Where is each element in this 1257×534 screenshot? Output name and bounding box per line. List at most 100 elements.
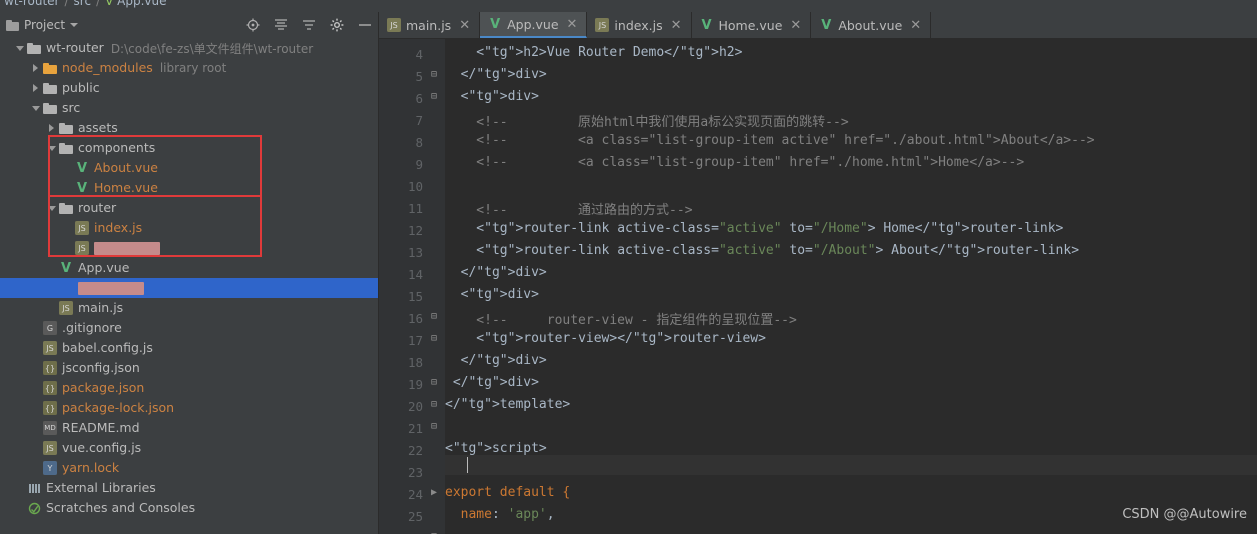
code-line: <"tg">div> (445, 287, 539, 302)
folder-icon (58, 200, 74, 216)
folder-icon (58, 120, 74, 136)
chevron-down-icon[interactable] (30, 103, 41, 114)
breadcrumb-file[interactable]: App.vue (117, 0, 166, 8)
tree-item-about-vue[interactable]: V About.vue (62, 158, 158, 178)
code-line: <"tg">router-link active-class="active" … (445, 221, 1064, 236)
js-icon (387, 18, 401, 32)
breadcrumb: wt-router / src / V App.vue (4, 0, 167, 8)
fold-marker[interactable]: ▶ (429, 487, 439, 498)
folder-icon (42, 100, 58, 116)
tree-item-app-vue[interactable]: V App.vue (46, 258, 129, 278)
code-text-area[interactable]: <"tg">h2>Vue Router Demo</"tg">h2> </"tg… (445, 39, 1257, 534)
tree-item-label: Home.vue (94, 180, 158, 195)
code-editor[interactable]: 4 5 6 7 8 9 10 11 12 13 14 15 16 17 18 1… (379, 39, 1257, 534)
fold-marker[interactable]: ⊟ (429, 421, 439, 432)
tree-item-public[interactable]: public (30, 78, 100, 98)
tree-item-babel-config-js[interactable]: babel.config.js (30, 338, 153, 358)
project-panel-title-group[interactable]: Project (6, 18, 79, 32)
close-icon[interactable]: ✕ (567, 18, 578, 31)
chevron-right-icon[interactable] (30, 83, 41, 94)
vue-icon: V (701, 17, 712, 33)
tree-item-package-lock-json[interactable]: package-lock.json (30, 398, 174, 418)
tree-item-yarn-lock[interactable]: yarn.lock (30, 458, 119, 478)
collapse-all-icon[interactable] (274, 18, 288, 32)
breadcrumb-project[interactable]: wt-router (4, 0, 60, 8)
line-number-gutter: 4 5 6 7 8 9 10 11 12 13 14 15 16 17 18 1… (379, 39, 445, 534)
line-number: 14 (407, 267, 423, 282)
line-number: 21 (407, 421, 423, 436)
chevron-down-icon[interactable] (46, 143, 57, 154)
fold-marker[interactable]: ⊟ (429, 69, 439, 80)
code-line: name: 'app', (460, 507, 555, 522)
vue-icon: V (821, 17, 832, 33)
watermark: CSDN @@Autowire (1122, 507, 1247, 522)
tree-item-label: .gitignore (62, 320, 122, 335)
folder-icon (26, 40, 42, 56)
tree-item-router[interactable]: router (46, 198, 116, 218)
chevron-down-icon[interactable] (46, 203, 57, 214)
json-file-icon (42, 360, 58, 376)
close-icon[interactable]: ✕ (790, 19, 801, 32)
libraries-icon (26, 480, 42, 496)
breadcrumb-src[interactable]: src (74, 0, 92, 8)
project-panel-title: Project (24, 18, 66, 32)
code-line: <"tg">div> (445, 89, 539, 104)
fold-marker[interactable]: ⊟ (429, 399, 439, 410)
tree-item-label: Scratches and Consoles (46, 500, 196, 515)
tree-item-readme-md[interactable]: README.md (30, 418, 140, 438)
chevron-right-icon[interactable] (46, 123, 57, 134)
locate-icon[interactable] (246, 18, 260, 32)
fold-marker[interactable]: ⊟ (429, 311, 439, 322)
project-panel-toolbar: Project (0, 12, 378, 38)
tree-item-redacted-1[interactable] (62, 238, 160, 258)
folder-icon (42, 60, 58, 76)
close-icon[interactable]: ✕ (671, 19, 682, 32)
tree-item-label: wt-router (46, 40, 104, 55)
chevron-down-icon[interactable] (14, 43, 25, 54)
chevron-right-icon[interactable] (30, 63, 41, 74)
tab-main-js[interactable]: main.js ✕ (379, 12, 481, 38)
tree-item-index-js[interactable]: index.js (62, 218, 142, 238)
tree-item-path: library root (159, 61, 227, 75)
tree-item-jsconfig-json[interactable]: jsconfig.json (30, 358, 140, 378)
folder-icon (58, 140, 74, 156)
tree-item-src[interactable]: src (30, 98, 80, 118)
tree-item-home-vue[interactable]: V Home.vue (62, 178, 158, 198)
tree-item-package-json[interactable]: package.json (30, 378, 144, 398)
hide-panel-icon[interactable] (358, 18, 372, 32)
tree-item-assets[interactable]: assets (46, 118, 118, 138)
tree-item-redacted-2[interactable] (46, 278, 144, 298)
tab-app-vue[interactable]: V App.vue ✕ (480, 12, 588, 38)
tree-item-external-libraries[interactable]: External Libraries (14, 478, 156, 498)
close-icon[interactable]: ✕ (910, 19, 921, 32)
expand-all-icon[interactable] (302, 18, 316, 32)
fold-marker[interactable]: ⊟ (429, 377, 439, 388)
tree-item-components[interactable]: components (46, 138, 155, 158)
caret-line-highlight (445, 455, 1257, 475)
tree-item-vue-config-js[interactable]: vue.config.js (30, 438, 141, 458)
tree-item-wt-router[interactable]: wt-router D:\code\fe-zs\单文件组件\wt-router (14, 38, 313, 58)
code-line: <!-- 通过路由的方式--> (445, 203, 693, 218)
tree-item-scratches-and-consoles[interactable]: Scratches and Consoles (14, 498, 195, 518)
code-line: </"tg">div> (445, 375, 539, 390)
tree-item-label: About.vue (94, 160, 158, 175)
code-line: export default { (445, 485, 571, 500)
tree-item-main-js[interactable]: main.js (46, 298, 123, 318)
tree-item-node-modules[interactable]: node_modules library root (30, 58, 226, 78)
tab-about-vue[interactable]: V About.vue ✕ (811, 12, 932, 38)
project-panel: Project wt-router D:\code\fe-zs\单文件组件\wt… (0, 12, 379, 534)
tree-item-gitignore[interactable]: .gitignore (30, 318, 122, 338)
settings-gear-icon[interactable] (330, 18, 344, 32)
tree-item-label: node_modules (62, 60, 153, 75)
fold-marker[interactable]: ⊟ (429, 333, 439, 344)
redaction-mark (78, 281, 144, 295)
line-number: 8 (415, 135, 423, 150)
vue-icon: V (76, 160, 88, 176)
fold-marker[interactable]: ⊟ (429, 91, 439, 102)
tab-index-js[interactable]: index.js ✕ (587, 12, 692, 38)
tab-home-vue[interactable]: V Home.vue ✕ (691, 12, 812, 38)
line-number: 20 (407, 399, 423, 414)
close-icon[interactable]: ✕ (459, 19, 470, 32)
